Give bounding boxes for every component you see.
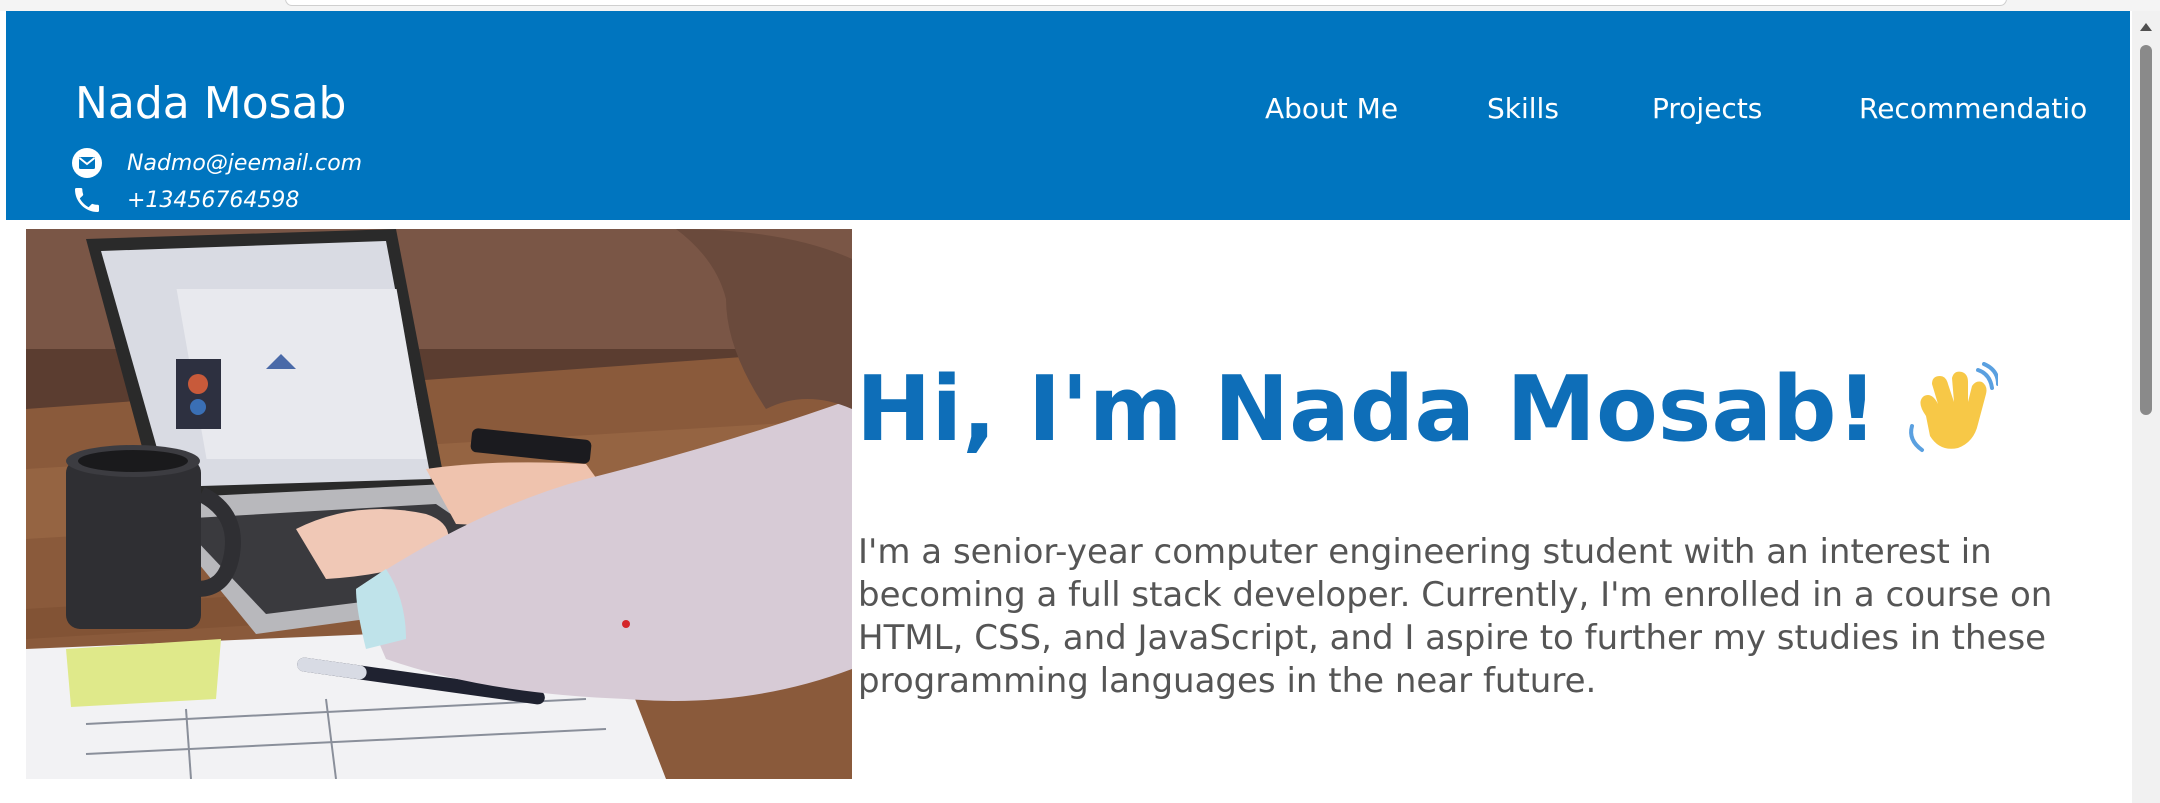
scroll-up-arrow-icon[interactable] [2140, 23, 2152, 31]
hero-image [26, 229, 852, 779]
hero-description: I'm a senior-year computer engineering s… [858, 532, 2053, 701]
contact-phone[interactable]: +13456764598 [69, 182, 299, 218]
nav-projects[interactable]: Projects [1652, 93, 1762, 125]
address-bar[interactable] [285, 0, 2007, 6]
phone-icon [69, 182, 105, 218]
nav-skills[interactable]: Skills [1487, 93, 1559, 125]
hero-title: Hi, I'm Nada Mosab! [856, 357, 2000, 462]
email-icon [69, 145, 105, 181]
email-text: Nadmo@jeemail.com [127, 150, 363, 176]
laptop-desk-photo [26, 229, 852, 779]
nav-about-me[interactable]: About Me [1265, 93, 1398, 125]
page: Nada Mosab Nadmo@jeemail.com +1345676459… [0, 0, 2160, 803]
contact-email[interactable]: Nadmo@jeemail.com [69, 145, 362, 181]
phone-text: +13456764598 [127, 187, 300, 213]
scrollbar-thumb[interactable] [2140, 45, 2152, 415]
hero-title-text: Hi, I'm Nada Mosab! [856, 357, 1878, 462]
browser-chrome [0, 0, 2160, 11]
site-brand[interactable]: Nada Mosab [75, 79, 346, 129]
site-header: Nada Mosab Nadmo@jeemail.com +1345676459… [6, 11, 2130, 220]
nav-recommendations[interactable]: Recommendatio [1859, 93, 2087, 125]
vertical-scrollbar[interactable] [2132, 11, 2160, 803]
waving-hand-icon [1902, 362, 2000, 458]
